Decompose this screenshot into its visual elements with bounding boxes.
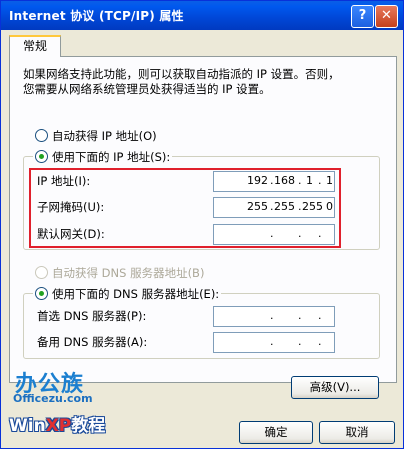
advanced-button[interactable]: 高级(V)...: [291, 376, 379, 399]
ok-button[interactable]: 确定: [239, 421, 313, 444]
manual-dns-radio[interactable]: [35, 287, 48, 300]
description: 如果网络支持此功能，则可以获取自动指派的 IP 设置。否则， 您需要从网络系统管…: [23, 67, 383, 97]
auto-dns-option: 自动获得 DNS 服务器地址(B): [35, 265, 204, 281]
title-bar[interactable]: Internet 协议 (TCP/IP) 属性 ? ✕: [1, 1, 403, 30]
preferred-dns-label: 首选 DNS 服务器(P):: [37, 309, 147, 323]
preferred-dns-input[interactable]: ...: [213, 306, 335, 327]
description-line-1: 如果网络支持此功能，则可以获取自动指派的 IP 设置。否则，: [23, 67, 340, 81]
manual-ip-radio[interactable]: [35, 150, 48, 163]
auto-dns-label: 自动获得 DNS 服务器地址(B): [52, 266, 205, 280]
description-line-2: 您需要从网络系统管理员处获得适当的 IP 设置。: [23, 82, 271, 96]
watermark-site: Officezu.com: [13, 392, 93, 405]
cancel-button[interactable]: 取消: [319, 421, 395, 444]
auto-ip-option[interactable]: 自动获得 IP 地址(O): [35, 128, 157, 144]
tab-general[interactable]: 常规: [9, 35, 61, 57]
highlight-box: [29, 168, 341, 248]
window-title: Internet 协议 (TCP/IP) 属性: [9, 9, 184, 23]
manual-dns-option[interactable]: 使用下面的 DNS 服务器地址(E):: [33, 286, 222, 302]
manual-ip-option[interactable]: 使用下面的 IP 地址(S):: [33, 149, 173, 165]
close-icon[interactable]: ✕: [375, 5, 398, 28]
manual-ip-label: 使用下面的 IP 地址(S):: [52, 150, 171, 164]
help-icon[interactable]: ?: [351, 5, 374, 28]
auto-ip-label: 自动获得 IP 地址(O): [52, 129, 157, 143]
auto-ip-radio[interactable]: [35, 129, 48, 142]
alternate-dns-input[interactable]: ...: [213, 332, 335, 353]
manual-dns-label: 使用下面的 DNS 服务器地址(E):: [52, 287, 220, 301]
auto-dns-radio: [35, 266, 48, 279]
alternate-dns-label: 备用 DNS 服务器(A):: [37, 335, 148, 349]
watermark-winxp: WinXP教程: [9, 416, 106, 436]
dialog-window: Internet 协议 (TCP/IP) 属性 ? ✕ 常规 如果网络支持此功能…: [0, 0, 404, 449]
